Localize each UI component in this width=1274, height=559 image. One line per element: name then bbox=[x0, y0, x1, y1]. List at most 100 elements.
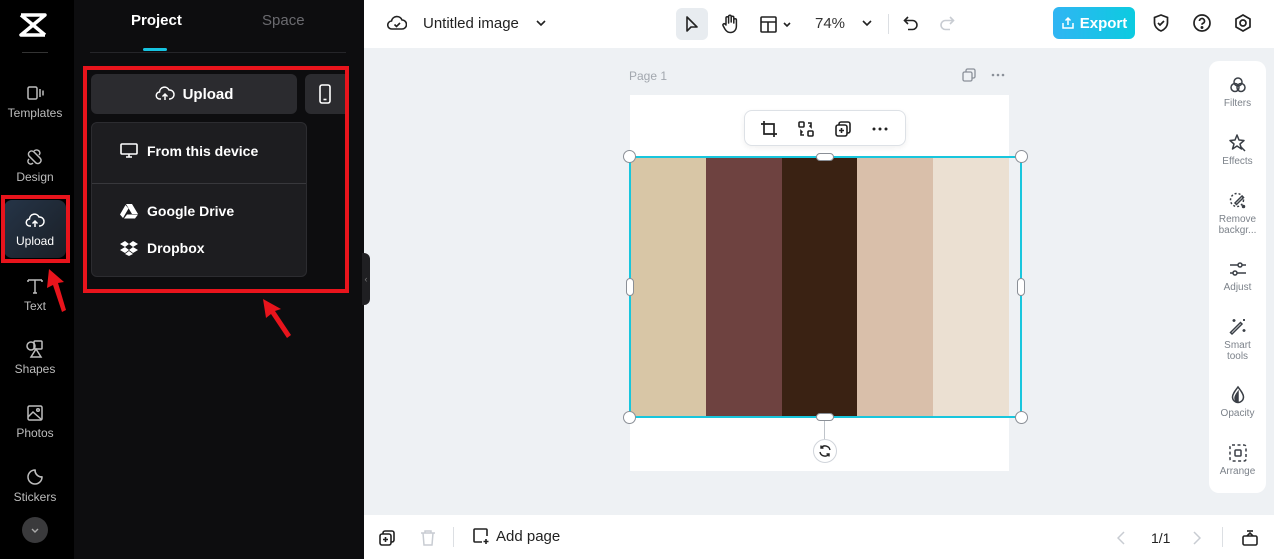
rotate-connector bbox=[824, 421, 825, 439]
upload-panel: Project Space Upload From this device Go… bbox=[74, 0, 364, 559]
capcut-logo[interactable] bbox=[17, 12, 49, 38]
replace-button[interactable] bbox=[796, 119, 816, 139]
left-rail: Templates Design Upload Text Shapes Phot… bbox=[0, 0, 74, 559]
resize-handle-bottom[interactable] bbox=[816, 413, 834, 421]
previous-page-button[interactable] bbox=[1114, 529, 1128, 547]
resize-handle-top-left[interactable] bbox=[623, 150, 636, 163]
delete-page-button[interactable] bbox=[419, 529, 437, 547]
rail-item-templates[interactable]: Templates bbox=[4, 72, 66, 130]
rail-label: Design bbox=[16, 169, 54, 184]
resize-handle-bottom-left[interactable] bbox=[623, 411, 636, 424]
crop-button[interactable] bbox=[759, 119, 779, 139]
tool-filters[interactable]: Filters bbox=[1209, 75, 1266, 109]
rail-label: Text bbox=[23, 298, 46, 313]
tab-project[interactable]: Project bbox=[131, 12, 182, 29]
upload-from-phone-button[interactable] bbox=[305, 74, 345, 114]
settings-button[interactable] bbox=[1232, 12, 1254, 34]
cloud-sync-status[interactable] bbox=[386, 12, 408, 34]
zoom-level[interactable]: 74% bbox=[815, 15, 845, 32]
export-label: Export bbox=[1079, 14, 1128, 32]
upload-button[interactable]: Upload bbox=[91, 74, 297, 114]
top-toolbar: Untitled image 74% Export bbox=[364, 0, 1274, 48]
element-more-button[interactable] bbox=[870, 119, 890, 139]
menu-item-from-device[interactable]: From this device bbox=[120, 143, 258, 159]
tool-remove-background[interactable]: Remove backgr... bbox=[1209, 191, 1266, 236]
active-tab-indicator bbox=[143, 48, 167, 51]
tool-label: Smart tools bbox=[1224, 340, 1251, 362]
rail-label: Templates bbox=[7, 105, 63, 120]
help-icon bbox=[1193, 14, 1211, 32]
layout-menu-button[interactable] bbox=[758, 12, 796, 36]
page-label: Page 1 bbox=[629, 69, 668, 83]
adjust-sliders-icon bbox=[1229, 262, 1246, 276]
rail-item-upload[interactable]: Upload bbox=[4, 200, 66, 258]
rail-item-stickers[interactable]: Stickers bbox=[4, 456, 66, 514]
duplicate-page-button[interactable] bbox=[960, 67, 978, 83]
tool-label: Arrange bbox=[1219, 466, 1256, 477]
color-swatch-4 bbox=[857, 157, 934, 417]
resize-handle-top-right[interactable] bbox=[1015, 150, 1028, 163]
tool-arrange[interactable]: Arrange bbox=[1209, 443, 1266, 477]
photos-icon bbox=[27, 404, 43, 421]
undo-button[interactable] bbox=[900, 12, 922, 34]
menu-item-label: From this device bbox=[147, 143, 259, 159]
select-tool-button[interactable] bbox=[676, 8, 708, 40]
hand-icon bbox=[722, 14, 738, 34]
cloud-check-icon bbox=[387, 15, 407, 30]
panel-collapse-handle[interactable]: ‹ bbox=[362, 253, 370, 305]
element-floating-toolbar bbox=[744, 110, 906, 146]
tab-space[interactable]: Space bbox=[262, 12, 305, 29]
selected-image[interactable] bbox=[630, 157, 1009, 417]
upload-source-menu: From this device Google Drive Dropbox bbox=[91, 122, 307, 277]
more-horizontal-icon bbox=[872, 127, 888, 131]
tool-label: Opacity bbox=[1220, 408, 1255, 419]
tool-effects[interactable]: Effects bbox=[1209, 133, 1266, 167]
arrange-icon bbox=[1228, 444, 1247, 462]
resize-handle-right[interactable] bbox=[1017, 278, 1025, 296]
magic-eraser-icon bbox=[1229, 192, 1245, 209]
stickers-icon bbox=[27, 468, 43, 485]
resize-handle-left[interactable] bbox=[626, 278, 634, 296]
redo-button[interactable] bbox=[936, 12, 958, 34]
duplicate-button[interactable] bbox=[833, 119, 853, 139]
export-button[interactable]: Export bbox=[1053, 7, 1135, 39]
rail-item-shapes[interactable]: Shapes bbox=[4, 328, 66, 386]
chevron-down-icon bbox=[536, 20, 546, 27]
resize-handle-bottom-right[interactable] bbox=[1015, 411, 1028, 424]
crop-icon bbox=[761, 121, 777, 137]
tool-adjust[interactable]: Adjust bbox=[1209, 259, 1266, 293]
help-button[interactable] bbox=[1191, 12, 1213, 34]
dropbox-icon bbox=[120, 241, 138, 256]
next-page-button[interactable] bbox=[1190, 529, 1204, 547]
tool-opacity[interactable]: Opacity bbox=[1209, 385, 1266, 419]
menu-item-google-drive[interactable]: Google Drive bbox=[120, 203, 234, 219]
rail-item-photos[interactable]: Photos bbox=[4, 392, 66, 450]
page-counter: 1/1 bbox=[1151, 530, 1171, 546]
resize-handle-top[interactable] bbox=[816, 153, 834, 161]
page-more-button[interactable] bbox=[988, 67, 1008, 83]
chevron-down-icon bbox=[31, 528, 39, 533]
tool-label: Adjust bbox=[1223, 282, 1252, 293]
hand-tool-button[interactable] bbox=[716, 10, 744, 38]
rotate-handle[interactable] bbox=[813, 439, 837, 463]
text-icon bbox=[27, 278, 43, 294]
rotate-icon bbox=[819, 445, 831, 457]
duplicate-page-icon bbox=[962, 68, 976, 82]
document-title[interactable]: Untitled image bbox=[423, 15, 519, 32]
add-page-button[interactable]: Add page bbox=[472, 527, 560, 545]
duplicate-page-button[interactable] bbox=[378, 529, 396, 547]
tab-divider bbox=[90, 52, 346, 53]
security-button[interactable] bbox=[1150, 12, 1172, 34]
rail-more-button[interactable] bbox=[22, 517, 48, 543]
title-menu-button[interactable] bbox=[533, 15, 549, 31]
menu-item-dropbox[interactable]: Dropbox bbox=[120, 240, 205, 256]
bottombar-divider bbox=[1222, 527, 1223, 547]
tool-smart-tools[interactable]: Smart tools bbox=[1209, 317, 1266, 362]
undo-icon bbox=[903, 16, 918, 31]
zoom-menu-button[interactable] bbox=[859, 15, 875, 31]
rail-item-text[interactable]: Text bbox=[4, 265, 66, 323]
rail-item-design[interactable]: Design bbox=[4, 136, 66, 194]
expand-pages-button[interactable] bbox=[1240, 527, 1260, 547]
rail-label: Stickers bbox=[13, 489, 57, 504]
add-page-icon bbox=[473, 528, 489, 544]
